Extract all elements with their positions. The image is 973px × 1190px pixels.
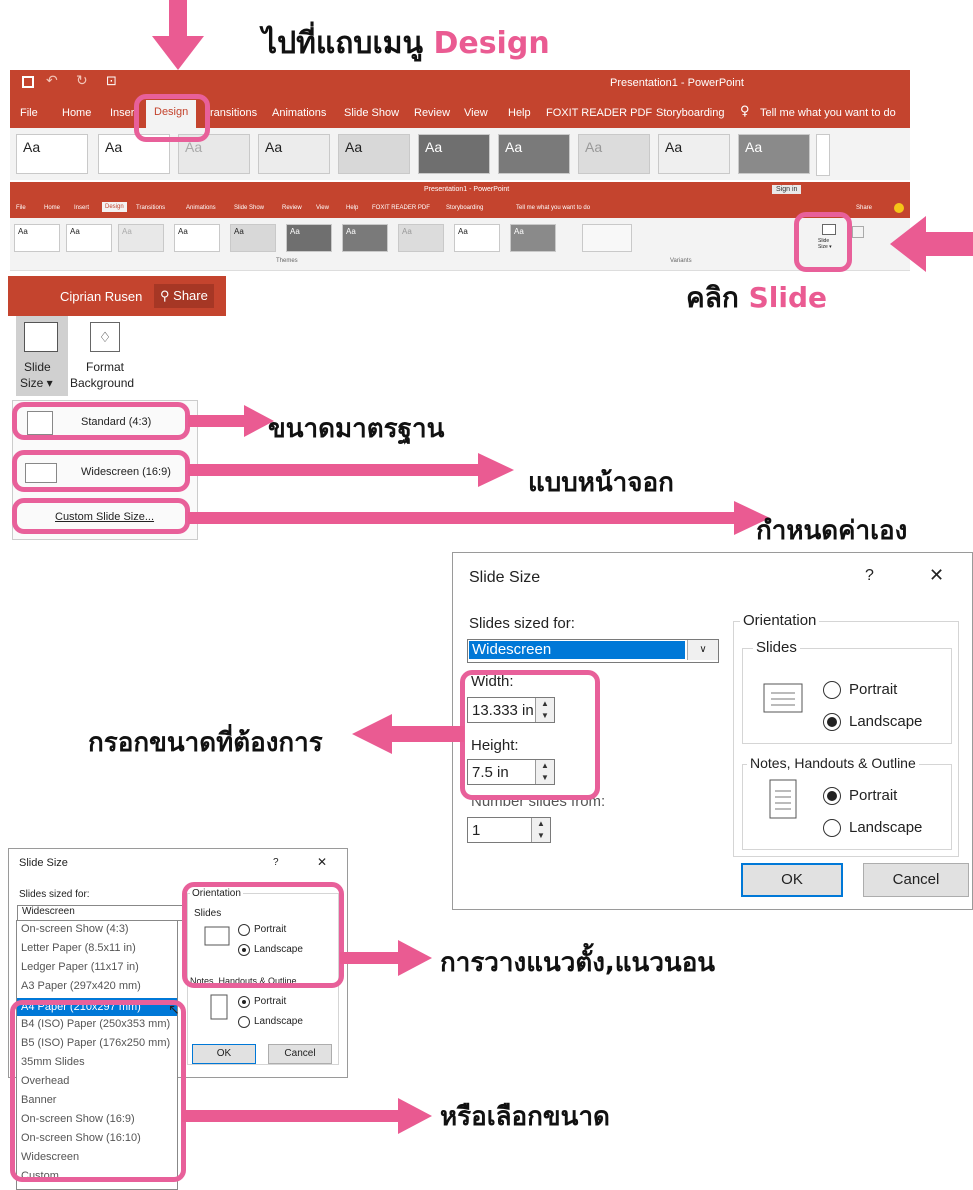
notes-orientation-group: Notes, Handouts & Outline Portrait Lands… [742,755,952,850]
ribbon-small-tabs: File Home Insert Design Transitions Anim… [10,200,910,218]
close-icon[interactable]: ✕ [929,565,944,586]
slides-orientation-group: Slides Portrait Landscape [742,639,952,744]
number-from-input[interactable]: 1 ▲ ▼ [467,817,551,843]
arrow-orientation [340,940,432,976]
sign-in-button[interactable]: Sign in [772,185,802,194]
tell-me-box[interactable]: Tell me what you want to do [760,107,896,119]
dialog-title: Slide Size [469,569,541,586]
tab-animations[interactable]: Animations [272,107,326,119]
format-background-icon-small[interactable] [852,226,864,238]
portrait-page-icon [769,779,797,819]
left-arrow-to-slide-size [890,216,973,272]
notes-landscape-radio[interactable] [823,819,841,837]
tab-slide-show[interactable]: Slide Show [344,107,399,119]
arrow-widescreen [188,453,514,487]
ribbon-small-body: Aa Aa Aa Aa Aa Aa Aa Aa Aa Aa Themes Var… [10,218,910,271]
chevron-down-icon: ∨ [687,640,718,660]
goto-design-prefix: ไปที่แถบเมนู [262,26,423,61]
account-bar: Ciprian Rusen ⚲ Share [8,276,226,316]
click-slide-annotation: คลิก Slide [686,281,827,314]
cancel-button[interactable]: Cancel [863,863,969,897]
widescreen-note: แบบหน้าจอก [528,468,674,498]
theme-office[interactable]: Aa [16,134,88,174]
slides-portrait-radio[interactable] [823,681,841,699]
highlight-orientation [182,882,344,988]
size-option[interactable]: Ledger Paper (11x17 in) [21,961,139,973]
sized-for-label: Slides sized for: [469,615,575,632]
tab-help[interactable]: Help [508,107,531,119]
theme-8[interactable]: Aa [578,134,650,174]
tab-file[interactable]: File [20,107,38,119]
goto-design-word: Design [433,26,550,61]
landscape-page-icon [763,683,803,713]
size-option[interactable]: On-screen Show (4:3) [21,923,129,935]
standard-note: ขนาดมาตรฐาน [268,414,445,444]
small-cancel-button[interactable]: Cancel [268,1044,332,1064]
theme-4[interactable]: Aa [258,134,330,174]
tab-home[interactable]: Home [62,107,91,119]
portrait-page-icon [210,994,228,1020]
highlight-standard [12,402,190,440]
arrow-standard [188,405,274,437]
ok-button[interactable]: OK [741,863,843,897]
redo-icon[interactable]: ↻ [76,73,88,89]
custom-note: กำหนดค่าเอง [756,516,908,546]
save-icon[interactable] [22,76,34,88]
share-button[interactable]: ⚲ Share [154,284,214,308]
tab-foxit[interactable]: FOXIT READER PDF [546,107,652,119]
highlight-custom [12,498,190,534]
format-background-icon: ♢ [90,322,120,352]
tab-review[interactable]: Review [414,107,450,119]
tab-insert[interactable]: Inser [110,107,134,119]
undo-icon[interactable]: ↶ [46,73,58,89]
theme-7[interactable]: Aa [498,134,570,174]
arrow-to-size-inputs [352,714,464,754]
size-option[interactable]: A3 Paper (297x420 mm) [21,980,141,992]
goto-design-annotation: ไปที่แถบเมนู Design [262,20,550,67]
slides-landscape-radio[interactable] [823,713,841,731]
highlight-size-options [10,1000,186,1182]
choose-size-note: หรือเลือกขนาด [440,1102,610,1132]
theme-5[interactable]: Aa [338,134,410,174]
person-icon: ⚲ [160,288,170,303]
notes-portrait-radio[interactable] [823,787,841,805]
arrow-size-options [182,1098,432,1134]
slide-size-icon [24,322,58,352]
theme-9[interactable]: Aa [658,134,730,174]
ribbon-small-titlebar: Presentation1 - PowerPoint Sign in [10,182,910,200]
highlight-width-height [460,670,600,800]
orientation-note: การวางแนวตั้ง,แนวนอน [440,948,716,978]
arrow-custom [188,501,770,535]
tab-view[interactable]: View [464,107,488,119]
tab-transitions[interactable]: ransitions [210,107,257,119]
small-sized-for-select[interactable]: Widescreen [17,905,183,921]
theme-6[interactable]: Aa [418,134,490,174]
format-background-button[interactable]: ♢ Format Background [68,316,142,396]
highlight-widescreen [12,450,190,492]
enter-size-note: กรอกขนาดที่ต้องการ [88,728,323,758]
tab-storyboarding[interactable]: Storyboarding [656,107,725,119]
highlight-design-tab [134,94,210,142]
close-icon[interactable]: ✕ [317,855,327,869]
slide-size-big-button[interactable]: Slide Size ▾ [16,316,68,396]
theme-10[interactable]: Aa [738,134,810,174]
window-title: Presentation1 - PowerPoint [610,77,744,89]
down-arrow-to-design [152,0,204,70]
present-icon[interactable]: ⊡ [106,74,117,89]
number-from-stepper[interactable]: ▲ ▼ [531,818,550,842]
help-button[interactable]: ? [865,567,874,585]
orientation-group: Orientation Slides Portrait Landscape No… [733,612,959,857]
gallery-scroll[interactable] [816,134,830,176]
size-option[interactable]: Letter Paper (8.5x11 in) [21,942,136,954]
small-ok-button[interactable]: OK [192,1044,256,1064]
highlight-slide-size-small [794,212,852,272]
lightbulb-icon: ♀ [740,104,750,119]
sized-for-select[interactable]: Widescreen ∨ [467,639,719,663]
